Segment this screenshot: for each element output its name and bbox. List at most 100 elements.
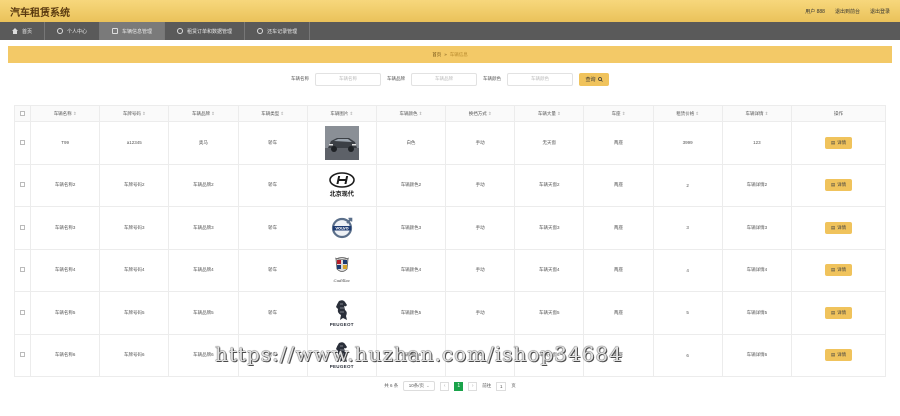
col-header-brand[interactable]: 车辆品牌⇕: [168, 105, 239, 122]
row-checkbox[interactable]: [20, 352, 25, 358]
sort-icon: ⇕: [141, 110, 146, 116]
breadcrumb-home[interactable]: 首页: [432, 52, 441, 58]
col-header-type[interactable]: 车辆类型⇕: [237, 105, 308, 122]
detail-button[interactable]: ▤ 详情: [825, 179, 852, 192]
cadillac-logo-text: Cadillac: [333, 278, 350, 284]
detail-icon: ▤: [830, 309, 836, 315]
cell-volume: 车辆天窗4: [514, 248, 585, 292]
row-checkbox[interactable]: [20, 224, 25, 230]
hyundai-emblem-icon: [328, 172, 355, 189]
detail-button[interactable]: ▤ 详情: [825, 306, 852, 319]
detail-button[interactable]: ▤ 详情: [825, 221, 852, 234]
row-checkbox[interactable]: [20, 182, 25, 188]
current-user: 用户 888: [805, 8, 825, 15]
cell-price: 4: [652, 248, 723, 292]
cadillac-emblem-icon: [334, 257, 349, 273]
col-header-color[interactable]: 车辆颜色⇕: [375, 105, 447, 122]
page-button-current[interactable]: 1: [454, 381, 464, 391]
cell-seat: 两座: [583, 248, 654, 292]
breadcrumb-current: 车辆信息: [449, 51, 468, 57]
cell-detail: 车辆详情5: [721, 291, 793, 335]
cell-brand: 车辆品牌4: [168, 248, 239, 292]
row-select-cell: [14, 121, 31, 165]
cell-name: T99: [29, 121, 101, 165]
row-checkbox[interactable]: [20, 309, 25, 315]
cell-gear: 手动: [445, 248, 516, 292]
col-header-volume[interactable]: 车辆大量⇕: [514, 105, 585, 122]
cell-name: 车辆名称2: [29, 163, 101, 207]
cell-type: 轿车: [237, 206, 308, 250]
col-header-seat[interactable]: 车座⇕: [583, 105, 654, 122]
peugeot-logo[interactable]: PEUGEOT: [325, 338, 359, 372]
col-header-detail[interactable]: 车辆详情⇕: [721, 105, 793, 122]
nav-item-orders[interactable]: 租赁订单和数据管理: [165, 22, 246, 40]
cell-price: 6: [652, 333, 723, 377]
select-all-checkbox[interactable]: [20, 110, 25, 116]
col-header-image[interactable]: 车辆图片⇕: [306, 105, 377, 122]
cell-color: 车辆颜色5: [375, 291, 447, 335]
row-checkbox[interactable]: [20, 267, 25, 273]
select-all-cell: [14, 105, 31, 122]
sort-icon: ⇕: [764, 110, 769, 116]
cell-detail: 车辆详情2: [721, 163, 793, 207]
col-header-gear[interactable]: 换挡方式⇕: [445, 105, 516, 122]
cell-detail: 车辆详情3: [721, 206, 793, 250]
car-name-input[interactable]: 车辆名称: [315, 72, 381, 86]
logout-link[interactable]: 退出登录: [870, 8, 890, 15]
car-photo[interactable]: [324, 125, 359, 160]
cell-plate: a12345: [99, 121, 170, 165]
col-header-name[interactable]: 车辆名称⇕: [29, 105, 101, 122]
page-size-select[interactable]: 10条/页 ⌄: [403, 381, 436, 391]
row-checkbox[interactable]: [20, 139, 25, 145]
cell-seat: 两座: [583, 333, 654, 377]
cell-color: 车辆颜色6: [375, 333, 447, 377]
sort-icon: ⇕: [621, 110, 626, 116]
nav-item-return-records[interactable]: 还车记录管理: [245, 22, 311, 40]
cell-name: 车辆名称5: [29, 291, 101, 335]
detail-icon: ▤: [830, 352, 836, 358]
volvo-logo[interactable]: VOLVO: [325, 211, 359, 245]
cell-plate: 车牌号码4: [99, 248, 170, 292]
detail-button[interactable]: ▤ 详情: [825, 349, 852, 362]
cadillac-logo[interactable]: Cadillac: [325, 253, 359, 287]
cell-seat: 两座: [583, 121, 654, 165]
cell-brand: 车辆品牌2: [168, 163, 239, 207]
peugeot-lion-icon: [335, 342, 347, 363]
next-page-button[interactable]: ›: [468, 381, 478, 391]
cell-brand: 奥马: [168, 121, 239, 165]
cell-detail: 123: [721, 121, 793, 165]
back-to-front-link[interactable]: 退出到前台: [835, 8, 860, 15]
detail-button[interactable]: ▤ 详情: [825, 136, 852, 149]
cell-name: 车辆名称6: [29, 333, 101, 377]
peugeot-logo[interactable]: PEUGEOT: [325, 296, 359, 330]
car-brand-input[interactable]: 车辆品牌: [411, 72, 477, 86]
cell-action: ▤ 详情: [791, 121, 886, 165]
search-button[interactable]: 查询: [579, 72, 609, 86]
sort-icon: ⇕: [280, 110, 284, 116]
cell-detail: 车辆详情6: [721, 333, 793, 377]
nav-item-car-info[interactable]: 车辆信息管理: [100, 22, 166, 40]
prev-page-button[interactable]: ‹: [440, 381, 450, 391]
hyundai-logo[interactable]: 北京现代: [325, 168, 359, 202]
peugeot-logo-text: PEUGEOT: [329, 321, 354, 327]
col-header-price[interactable]: 租赁价格⇕: [652, 105, 723, 122]
cell-image: Cadillac: [306, 248, 377, 292]
cell-color: 车辆颜色3: [375, 206, 447, 250]
cell-detail: 车辆详情4: [721, 248, 793, 292]
peugeot-logo-text: PEUGEOT: [329, 364, 354, 370]
car-table: 车辆名称⇕ 车牌号码⇕ 车辆品牌⇕ 车辆类型⇕ 车辆图片⇕ 车辆颜色⇕ 换挡方式…: [14, 105, 886, 377]
col-header-action: 操作: [791, 105, 886, 122]
cell-volume: 车辆天窗6: [514, 333, 585, 377]
detail-button[interactable]: ▤ 详情: [825, 264, 852, 277]
cell-image: 北京现代: [306, 163, 377, 207]
nav-item-profile[interactable]: 个人中心: [45, 22, 101, 40]
nav-label-home: 首页: [22, 28, 33, 35]
col-header-plate[interactable]: 车牌号码⇕: [99, 105, 170, 122]
nav-item-home[interactable]: 首页: [0, 22, 46, 40]
top-bar: 汽车租赁系统 用户 888 退出到前台 退出登录: [0, 0, 900, 22]
cell-action: ▤ 详情: [791, 291, 886, 335]
car-color-input[interactable]: 车辆颜色: [507, 72, 573, 86]
detail-icon: ▤: [830, 224, 836, 230]
table-row: T99 a12345 奥马 轿车 白色 手动 无天窗 两座 3999 123 ▤…: [14, 121, 886, 165]
goto-page-input[interactable]: 1: [496, 381, 507, 391]
